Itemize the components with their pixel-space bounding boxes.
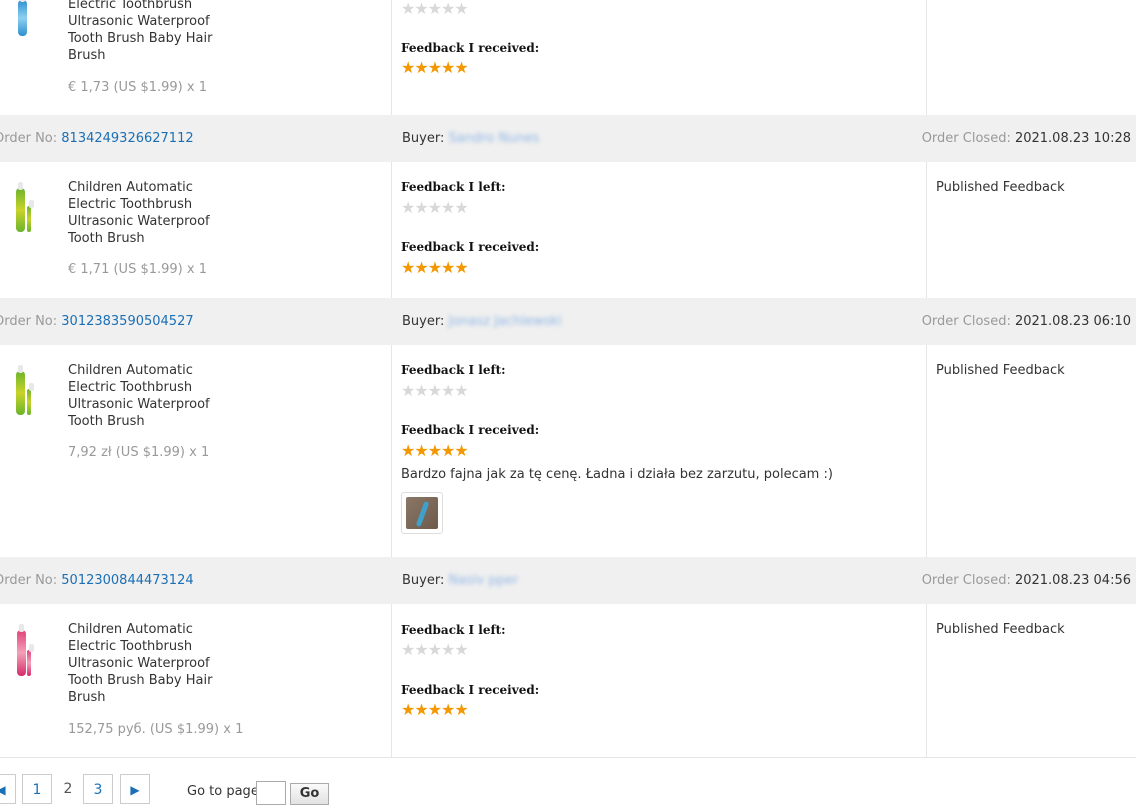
buyer-name[interactable]: Nasiv pper xyxy=(449,573,519,588)
product-image[interactable] xyxy=(17,624,26,676)
product-price: 152,75 руб. (US $1.99) x 1 xyxy=(68,722,244,737)
product-image[interactable] xyxy=(16,182,25,232)
chevron-right-icon: ▶ xyxy=(130,783,140,797)
page-link-1[interactable]: 1 xyxy=(22,774,52,804)
order-closed: Order Closed: 2021.08.23 06:10 xyxy=(921,314,1131,329)
feedback-left-stars: ★★★★★ xyxy=(401,381,469,400)
product-image[interactable] xyxy=(18,0,27,36)
feedback-received-stars: ★★★★★ xyxy=(401,58,469,77)
order-number: Order No: 5012300844473124 xyxy=(0,573,194,588)
column-divider xyxy=(391,0,392,115)
product-title[interactable]: Children Automatic Electric Toothbrush U… xyxy=(68,179,228,247)
order-number-link[interactable]: 5012300844473124 xyxy=(61,573,193,588)
column-divider xyxy=(926,604,927,757)
photo-image xyxy=(406,497,438,529)
buyer: Buyer: Jonasz Jachlewski xyxy=(402,314,562,329)
page-link-3[interactable]: 3 xyxy=(83,774,113,804)
column-divider xyxy=(926,162,927,298)
buyer-name[interactable]: Jonasz Jachlewski xyxy=(449,314,562,329)
column-divider xyxy=(391,604,392,757)
feedback-received-stars: ★★★★★ xyxy=(401,258,469,277)
feedback-status: Published Feedback xyxy=(936,180,1065,195)
feedback-left-stars: ★★★★★ xyxy=(401,640,469,659)
current-page: 2 xyxy=(53,774,83,804)
feedback-left-label: Feedback I left: xyxy=(401,180,506,194)
column-divider xyxy=(391,345,392,557)
product-price: 7,92 zł (US $1.99) x 1 xyxy=(68,445,210,460)
feedback-photo-thumbnail[interactable] xyxy=(401,492,443,534)
order-closed: Order Closed: 2021.08.23 04:56 xyxy=(921,573,1131,588)
brush-head-image xyxy=(27,200,34,232)
list-bottom-divider xyxy=(0,757,1136,758)
feedback-left-label: Feedback I left: xyxy=(401,623,506,637)
order-number: Order No: 3012383590504527 xyxy=(0,314,194,329)
order-number-link[interactable]: 8134249326627112 xyxy=(61,131,193,146)
feedback-left-label: Feedback I left: xyxy=(401,363,506,377)
goto-page-input[interactable] xyxy=(256,781,286,805)
chevron-left-icon: ◀ xyxy=(0,783,6,797)
product-price: € 1,73 (US $1.99) x 1 xyxy=(68,80,207,95)
order-number: Order No: 8134249326627112 xyxy=(0,131,194,146)
feedback-received-stars: ★★★★★ xyxy=(401,441,469,460)
feedback-status: Published Feedback xyxy=(936,622,1065,637)
buyer: Buyer: Nasiv pper xyxy=(402,573,519,588)
prev-page-button[interactable]: ◀ xyxy=(0,774,16,804)
product-image[interactable] xyxy=(16,365,25,415)
feedback-received-label: Feedback I received: xyxy=(401,683,540,697)
feedback-left-stars: ★★★★★ xyxy=(401,198,469,217)
column-divider xyxy=(391,162,392,298)
buyer: Buyer: Sandro Nunes xyxy=(402,131,540,146)
column-divider xyxy=(926,0,927,115)
feedback-left-stars: ★★★★★ xyxy=(401,0,469,18)
column-divider xyxy=(926,345,927,557)
product-title[interactable]: Electric Toothbrush Ultrasonic Waterproo… xyxy=(68,0,228,64)
brush-head-image xyxy=(27,644,34,676)
goto-page-label: Go to page xyxy=(187,784,259,799)
order-header: Order No: 5012300844473124 Buyer: Nasiv … xyxy=(0,557,1136,604)
feedback-received-label: Feedback I received: xyxy=(401,240,540,254)
feedback-received-stars: ★★★★★ xyxy=(401,700,469,719)
feedback-status: Published Feedback xyxy=(936,363,1065,378)
product-price: € 1,71 (US $1.99) x 1 xyxy=(68,262,207,277)
order-number-link[interactable]: 3012383590504527 xyxy=(61,314,193,329)
order-header: Order No: 3012383590504527 Buyer: Jonasz… xyxy=(0,298,1136,345)
feedback-received-label: Feedback I received: xyxy=(401,423,540,437)
next-page-button[interactable]: ▶ xyxy=(120,774,150,804)
order-header: Order No: 8134249326627112 Buyer: Sandro… xyxy=(0,115,1136,162)
brush-head-image xyxy=(27,383,34,415)
feedback-received-label: Feedback I received: xyxy=(401,41,540,55)
buyer-name[interactable]: Sandro Nunes xyxy=(449,131,540,146)
order-closed: Order Closed: 2021.08.23 10:28 xyxy=(921,131,1131,146)
product-title[interactable]: Children Automatic Electric Toothbrush U… xyxy=(68,362,228,430)
feedback-comment: Bardzo fajna jak za tę cenę. Ładna i dzi… xyxy=(401,467,833,482)
product-title[interactable]: Children Automatic Electric Toothbrush U… xyxy=(68,621,228,706)
